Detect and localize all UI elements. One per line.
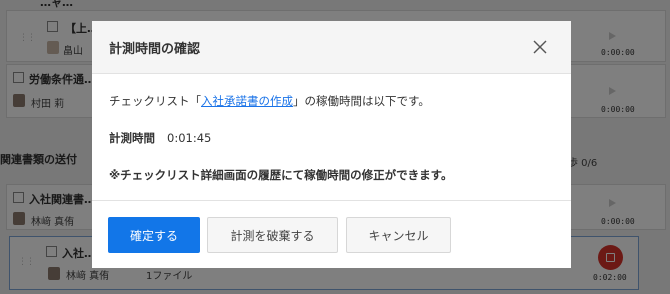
measured-time-value: 0:01:45 (167, 131, 212, 145)
discard-measurement-button[interactable]: 計測を破棄する (207, 217, 338, 253)
close-icon[interactable] (530, 37, 550, 57)
checklist-link[interactable]: 入社承諾書の作成 (201, 94, 293, 108)
dialog-footer: 確定する 計測を破棄する キャンセル (92, 200, 571, 268)
measurement-confirm-dialog: 計測時間の確認 チェックリスト「入社承諾書の作成」の稼働時間は以下です。 計測時… (92, 21, 571, 268)
dialog-header: 計測時間の確認 (92, 21, 571, 74)
measured-time-label: 計測時間 (109, 131, 155, 145)
cancel-button[interactable]: キャンセル (346, 217, 451, 253)
message-prefix: チェックリスト「 (109, 94, 201, 108)
dialog-note: ※チェックリスト詳細画面の履歴にて稼働時間の修正ができます。 (109, 168, 453, 182)
dialog-title: 計測時間の確認 (109, 42, 201, 57)
confirm-button[interactable]: 確定する (108, 217, 200, 253)
measured-time-row: 計測時間 0:01:45 (109, 130, 211, 146)
dialog-message: チェックリスト「入社承諾書の作成」の稼働時間は以下です。 (109, 93, 430, 109)
message-suffix: 」の稼働時間は以下です。 (293, 94, 430, 108)
